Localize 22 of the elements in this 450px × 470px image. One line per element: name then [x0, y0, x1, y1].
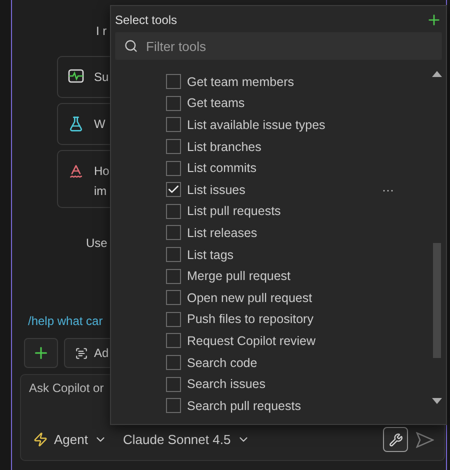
tool-label: List commits — [187, 161, 256, 176]
tool-label: List pull requests — [187, 204, 281, 218]
suggestion-text: Ho im — [94, 163, 110, 200]
tool-label: List issues — [187, 182, 246, 197]
hint-text: Use — [86, 236, 108, 250]
tool-label: Search issues — [187, 377, 266, 392]
tool-label: Get teams — [187, 96, 245, 110]
popup-title: Select tools — [115, 13, 178, 27]
suggestion-text: Su — [94, 69, 109, 86]
tool-label: Get team members — [187, 74, 294, 89]
tool-label: List releases — [187, 226, 258, 240]
suggestion-text: W — [94, 116, 106, 133]
tool-label: Request Copilot review — [187, 334, 316, 348]
tool-label: Open new pull request — [187, 290, 312, 305]
intro-text: I r — [96, 24, 108, 38]
tool-label: Search pull requests — [187, 398, 301, 413]
tool-label: List tags — [187, 248, 234, 262]
tool-label: List branches — [187, 140, 262, 154]
tool-label: Merge pull request — [187, 269, 291, 284]
tool-label: List available issue types — [187, 118, 326, 132]
tool-label: Push files to repository — [187, 312, 314, 326]
tool-label: Search code — [187, 356, 258, 370]
